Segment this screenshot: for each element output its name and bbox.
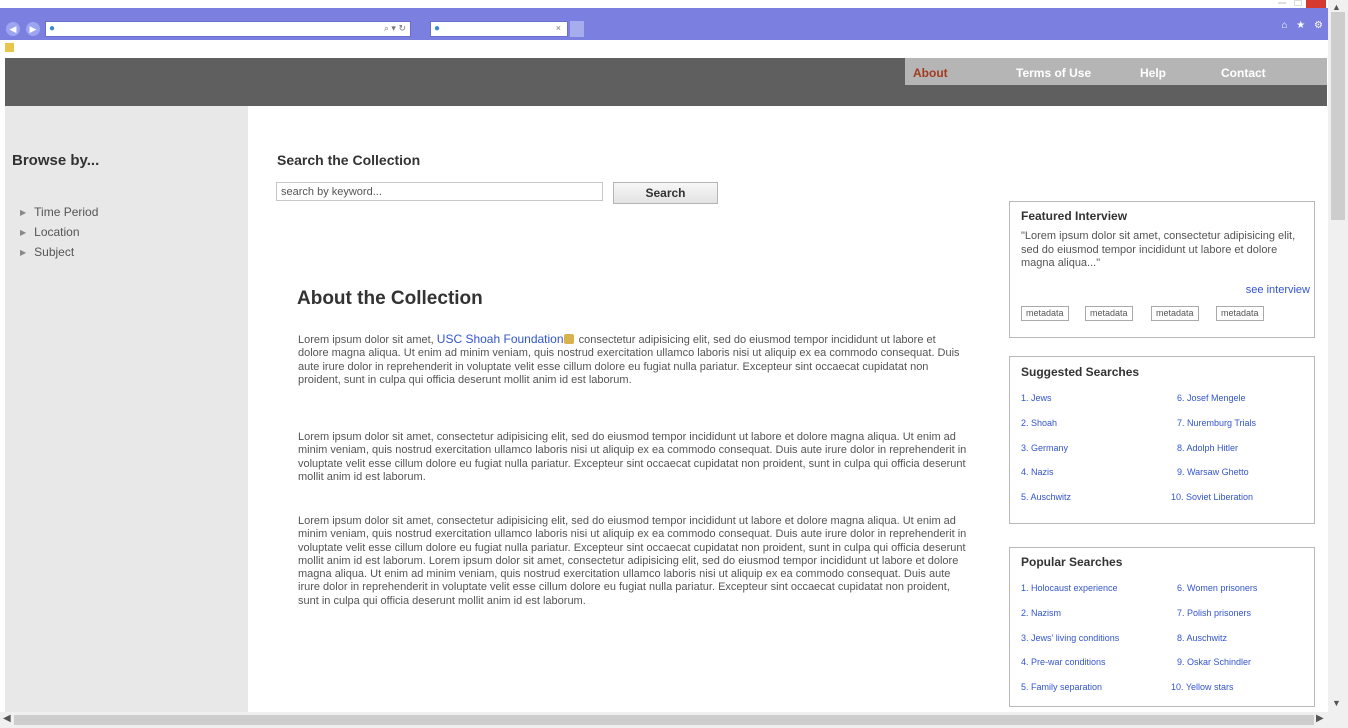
popular-search-link[interactable]: 6. Women prisoners [1177,583,1257,593]
vertical-scroll-thumb[interactable] [1331,12,1345,220]
favorites-bar [0,40,1328,58]
suggested-search-link[interactable]: 4. Nazis [1021,467,1054,477]
browse-item-location[interactable]: ▶ Location [20,225,80,239]
window-title-strip [0,0,1348,8]
new-tab-button[interactable] [570,21,584,37]
nav-contact[interactable]: Contact [1221,66,1266,80]
expand-triangle-icon: ▶ [20,228,27,237]
browse-item-time-period[interactable]: ▶ Time Period [20,205,98,219]
metadata-tag[interactable]: metadata [1085,306,1133,321]
browser-tab[interactable]: ● × [430,21,568,37]
search-title: Search the Collection [277,152,421,168]
featured-interview-box: Featured Interview "Lorem ipsum dolor si… [1009,201,1315,338]
window-close-button[interactable] [1306,0,1326,8]
popular-search-link[interactable]: 5. Family separation [1021,682,1102,692]
tab-favicon-icon: ● [434,23,441,34]
search-input[interactable] [276,182,603,201]
scroll-left-icon[interactable]: ◀ [3,713,11,724]
browse-item-label: Subject [34,245,75,259]
popular-searches-box: Popular Searches 1. Holocaust experience… [1009,547,1315,707]
popular-search-link[interactable]: 9. Oskar Schindler [1177,657,1251,667]
suggested-search-link[interactable]: 7. Nuremburg Trials [1177,418,1256,428]
see-interview-link[interactable]: see interview [1246,284,1310,296]
suggested-search-link[interactable]: 9. Warsaw Ghetto [1177,467,1249,477]
minimize-icon[interactable] [1278,2,1286,4]
metadata-tag[interactable]: metadata [1216,306,1264,321]
ie-logo-icon: ● [49,23,56,34]
popular-search-link[interactable]: 3. Jews' living conditions [1021,633,1119,643]
favorites-star-icon[interactable] [5,43,14,52]
popular-search-link[interactable]: 1. Holocaust experience [1021,583,1118,593]
nav-help[interactable]: Help [1140,66,1166,80]
suggested-search-link[interactable]: 1. Jews [1021,393,1052,403]
popular-searches-title: Popular Searches [1021,555,1123,569]
scroll-right-icon[interactable]: ▶ [1316,713,1324,724]
horizontal-scroll-thumb[interactable] [14,715,1314,725]
scroll-down-icon[interactable]: ▼ [1332,698,1341,708]
metadata-tag[interactable]: metadata [1021,306,1069,321]
popular-search-link[interactable]: 7. Polish prisoners [1177,608,1251,618]
suggested-searches-box: Suggested Searches 1. Jews 2. Shoah 3. G… [1009,356,1315,524]
search-button[interactable]: Search [613,182,718,204]
link-pencil-icon [563,334,574,344]
popular-search-link[interactable]: 10. Yellow stars [1171,682,1234,692]
browse-item-subject[interactable]: ▶ Subject [20,245,74,259]
browse-sidebar [5,106,248,712]
popular-search-link[interactable]: 2. Nazism [1021,608,1061,618]
suggested-search-link[interactable]: 10. Soviet Liberation [1171,492,1253,502]
about-paragraph-3: Lorem ipsum dolor sit amet, consectetur … [298,515,967,607]
expand-triangle-icon: ▶ [20,208,27,217]
suggested-search-link[interactable]: 3. Germany [1021,443,1068,453]
usc-shoah-foundation-link[interactable]: USC Shoah Foundation [437,332,564,346]
expand-triangle-icon: ▶ [20,248,27,257]
popular-search-link[interactable]: 4. Pre-war conditions [1021,657,1106,667]
about-paragraph-2: Lorem ipsum dolor sit amet, consectetur … [298,431,967,483]
suggested-search-link[interactable]: 2. Shoah [1021,418,1057,428]
popular-search-link[interactable]: 8. Auschwitz [1177,633,1227,643]
suggested-search-link[interactable]: 5. Auschwitz [1021,492,1071,502]
scrollbar-corner [1328,712,1348,728]
nav-about[interactable]: About [913,66,948,80]
about-paragraph-1: Lorem ipsum dolor sit amet, USC Shoah Fo… [298,332,968,387]
about-title: About the Collection [297,288,483,309]
maximize-icon[interactable] [1294,0,1302,6]
browser-toolbar-icons[interactable]: ⌂ ★ ⚙ [1281,20,1326,31]
forward-arrow-icon[interactable]: ▶ [26,22,40,36]
address-bar[interactable]: ● ⌕ ▾ ↻ [45,21,411,37]
tab-close-icon[interactable]: × [556,23,561,33]
back-arrow-icon[interactable]: ◀ [6,22,20,36]
featured-interview-title: Featured Interview [1021,209,1128,223]
browse-item-label: Time Period [34,205,99,219]
metadata-tag[interactable]: metadata [1151,306,1199,321]
suggested-searches-title: Suggested Searches [1021,365,1140,379]
scroll-up-icon[interactable]: ▲ [1332,2,1341,12]
suggested-search-link[interactable]: 6. Josef Mengele [1177,393,1246,403]
suggested-search-link[interactable]: 8. Adolph Hitler [1177,443,1238,453]
browse-item-label: Location [34,225,80,239]
nav-terms-of-use[interactable]: Terms of Use [1016,66,1091,80]
featured-quote: "Lorem ipsum dolor sit amet, consectetur… [1021,230,1296,269]
paragraph-text: Lorem ipsum dolor sit amet, [298,334,437,346]
address-bar-controls[interactable]: ⌕ ▾ ↻ [384,23,406,34]
browse-title: Browse by... [12,152,100,169]
